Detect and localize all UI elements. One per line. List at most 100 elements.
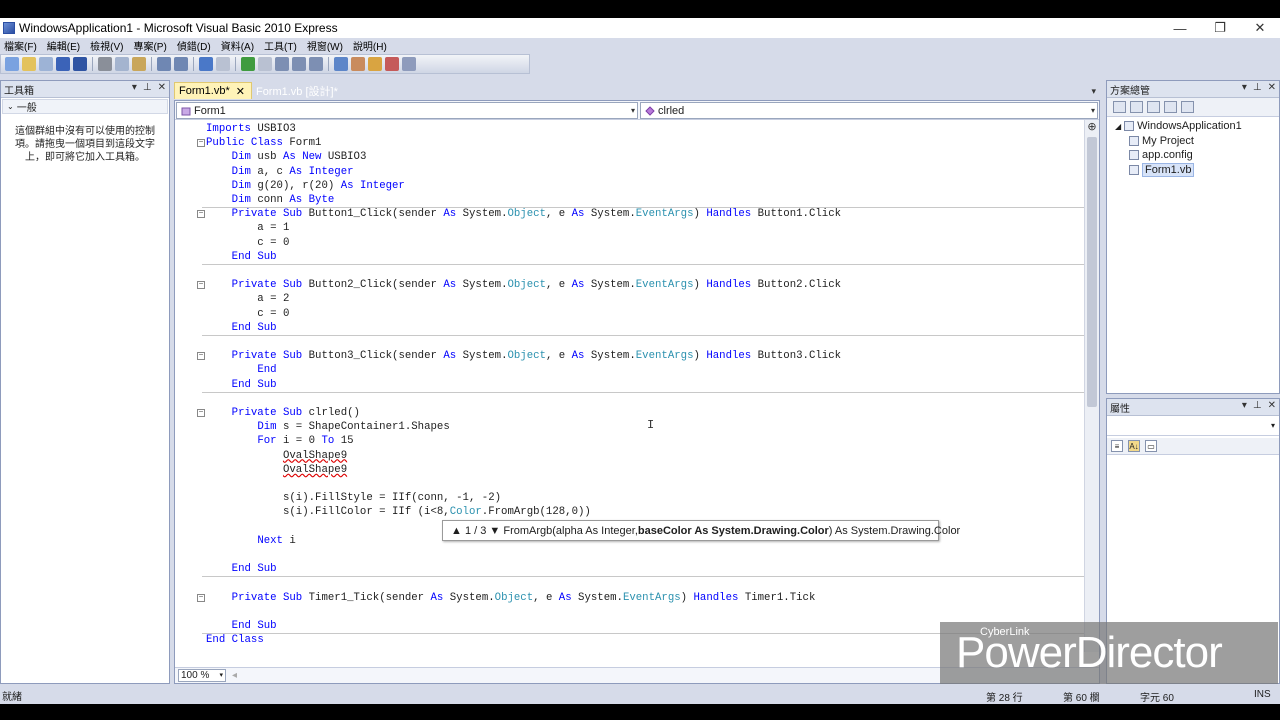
comment-icon[interactable] [157,57,171,71]
properties-icon[interactable] [351,57,365,71]
toolbox-icon[interactable] [385,57,399,71]
code-line[interactable]: Private Sub Button1_Click(sender As Syst… [206,207,841,221]
outline-collapse-icon[interactable]: − [197,210,205,219]
splitter-icon[interactable]: ⊕ [1085,120,1099,134]
panel-dropdown-icon[interactable]: ▾ [132,82,137,93]
save-all-icon[interactable] [73,57,87,71]
code-line[interactable]: s(i).FillColor = IIf (i<8,Color.FromArgb… [206,505,591,519]
tab-form1-code[interactable]: Form1.vb* ✕ [174,82,252,99]
overload-counter[interactable]: ▲ 1 / 3 ▼ [451,525,500,537]
collapse-icon[interactable]: ◢ [1115,122,1121,131]
show-all-files-icon[interactable] [1130,101,1143,113]
code-line[interactable]: Dim conn As Byte [206,193,335,207]
redo-icon[interactable] [216,57,230,71]
pin-icon[interactable]: ⊥ [1253,400,1262,411]
pin-icon[interactable]: ⊥ [1253,82,1262,93]
scroll-left-icon[interactable]: ◂ [232,670,237,681]
start-page-icon[interactable] [402,57,416,71]
close-icon[interactable]: ✕ [158,82,166,93]
outline-collapse-icon[interactable]: − [197,139,205,148]
tree-item-project[interactable]: ◢ WindowsApplication1 [1115,119,1279,134]
stop-icon[interactable] [258,57,272,71]
step-into-icon[interactable] [275,57,289,71]
menu-debug[interactable]: 偵錯(D) [173,38,217,53]
close-tab-icon[interactable]: ✕ [236,85,245,98]
menu-file[interactable]: 檔案(F) [0,38,43,53]
close-button[interactable]: ✕ [1240,18,1280,38]
step-out-icon[interactable] [309,57,323,71]
properties-icon[interactable] [1113,101,1126,113]
code-line[interactable]: For i = 0 To 15 [206,434,353,448]
code-line[interactable]: a = 1 [206,221,289,235]
code-line[interactable]: End Sub [206,321,277,335]
code-line[interactable]: End Class [206,633,264,647]
copy-icon[interactable] [115,57,129,71]
tab-form1-designer[interactable]: Form1.vb [設計]* [252,82,344,99]
code-line[interactable]: a = 2 [206,292,289,306]
menu-edit[interactable]: 編輯(E) [43,38,86,53]
minimize-button[interactable]: — [1160,18,1200,38]
menu-tools[interactable]: 工具(T) [260,38,303,53]
code-area[interactable]: Imports USBIO3 Public Class Form1− Dim us… [175,120,1099,652]
code-line[interactable]: c = 0 [206,236,289,250]
code-line[interactable]: OvalShape9 [206,463,347,477]
open-file-icon[interactable] [22,57,36,71]
view-code-icon[interactable] [1164,101,1177,113]
properties-object-combo[interactable]: ▾ [1107,418,1279,436]
menu-data[interactable]: 資料(A) [217,38,260,53]
code-line[interactable]: End Sub [206,562,277,576]
alphabetical-icon[interactable]: A↓ [1128,440,1140,452]
restore-button[interactable]: ❐ [1200,18,1240,38]
zoom-combo[interactable]: 100 % ▾ [178,669,226,682]
tree-item-form1[interactable]: Form1.vb [1115,162,1279,178]
uncomment-icon[interactable] [174,57,188,71]
object-browser-icon[interactable] [368,57,382,71]
step-over-icon[interactable] [292,57,306,71]
tree-item-app-config[interactable]: app.config [1115,148,1279,163]
vertical-scrollbar[interactable]: ⊕ [1084,120,1099,652]
pin-icon[interactable]: ⊥ [143,82,152,93]
outline-collapse-icon[interactable]: − [197,409,205,417]
code-line[interactable]: Dim s = ShapeContainer1.Shapes [206,420,449,434]
new-project-icon[interactable] [5,57,19,71]
code-line[interactable]: End Sub [206,619,277,633]
view-designer-icon[interactable] [1181,101,1194,113]
menu-help[interactable]: 說明(H) [349,38,393,53]
refresh-icon[interactable] [1147,101,1160,113]
code-line[interactable]: End Sub [206,378,277,392]
toolbox-group-general[interactable]: ⌄ 一般 [2,99,168,114]
outline-collapse-icon[interactable]: − [197,593,205,602]
panel-dropdown-icon[interactable]: ▾ [1242,82,1247,93]
code-line[interactable]: Private Sub Timer1_Tick(sender As System… [206,591,816,605]
categorized-icon[interactable]: ≡ [1111,440,1123,452]
code-line[interactable]: Dim usb As New USBIO3 [206,150,367,164]
object-combo[interactable]: Form1 ▾ [176,102,638,119]
code-line[interactable]: Dim a, c As Integer [206,165,354,179]
paste-icon[interactable] [132,57,146,71]
code-line[interactable]: Private Sub Button2_Click(sender As Syst… [206,278,841,292]
code-line[interactable]: Dim g(20), r(20) As Integer [206,179,405,193]
start-debugging-icon[interactable] [241,57,255,71]
code-text[interactable]: Imports USBIO3 Public Class Form1− Dim us… [175,120,1085,652]
save-icon[interactable] [56,57,70,71]
property-pages-icon[interactable]: ▭ [1145,440,1157,452]
code-line[interactable]: s(i).FillStyle = IIf(conn, -1, -2) [206,491,501,505]
tree-item-my-project[interactable]: My Project [1115,134,1279,149]
outline-collapse-icon[interactable]: − [197,352,205,361]
code-line[interactable]: Private Sub clrled() [206,406,360,420]
add-item-icon[interactable] [39,57,53,71]
cut-icon[interactable] [98,57,112,71]
outline-collapse-icon[interactable]: − [197,281,205,290]
scroll-thumb[interactable] [1087,137,1097,407]
code-line[interactable]: Private Sub Button3_Click(sender As Syst… [206,349,841,363]
code-line[interactable]: Public Class Form1 [206,136,321,150]
panel-dropdown-icon[interactable]: ▾ [1242,400,1247,411]
menu-window[interactable]: 視窗(W) [303,38,349,53]
code-line[interactable]: Imports USBIO3 [206,122,296,136]
solution-explorer-icon[interactable] [334,57,348,71]
close-icon[interactable]: ✕ [1268,400,1276,411]
close-icon[interactable]: ✕ [1268,82,1276,93]
menu-project[interactable]: 專案(P) [129,38,172,53]
code-line[interactable]: End Sub [206,250,277,264]
code-line[interactable]: End [206,363,276,377]
